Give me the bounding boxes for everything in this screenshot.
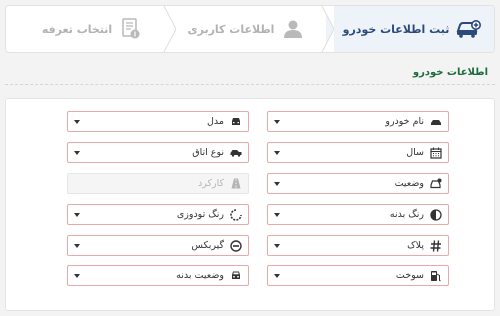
step-tariff[interactable]: انتخاب تعرفه — [18, 6, 168, 52]
chevron-down-icon — [74, 119, 80, 124]
plate-select[interactable]: پلاک — [267, 235, 449, 256]
car-icon — [430, 116, 442, 128]
step-label: اطلاعات کاربری — [187, 22, 275, 36]
fuel-label: سوخت — [395, 270, 424, 281]
hash-icon — [430, 239, 442, 252]
chevron-down-icon — [74, 150, 80, 155]
mileage-placeholder: کارکرد — [198, 178, 224, 189]
year-select[interactable]: سال — [267, 142, 449, 163]
gear-minus-icon — [230, 239, 242, 252]
car-add-icon — [455, 16, 482, 42]
car-front-icon — [230, 116, 242, 128]
room-type-label: نوع اتاق — [192, 147, 224, 158]
section-divider — [5, 84, 495, 85]
registration-stepper: ثبت اطلاعات خودرو اطلاعات کاربری انتخاب … — [5, 5, 495, 53]
road-icon — [230, 178, 242, 190]
model-select[interactable]: مدل — [67, 111, 249, 132]
gearbox-select[interactable]: گیربکس — [67, 235, 249, 256]
chevron-down-icon — [274, 243, 280, 248]
circle-notch-icon — [230, 208, 242, 221]
condition-select[interactable]: وضعیت — [267, 173, 449, 194]
user-icon — [280, 16, 306, 42]
chevron-down-icon — [274, 273, 280, 278]
year-label: سال — [406, 147, 424, 158]
mileage-input[interactable]: کارکرد — [67, 173, 249, 194]
chevron-down-icon — [74, 243, 80, 248]
gearbox-label: گیربکس — [191, 240, 224, 251]
car-info-form: نام خودرو مدل سال نوع اتاق وضعیت کارکرد … — [5, 98, 495, 311]
car-side-icon — [230, 270, 242, 282]
fuel-select[interactable]: سوخت — [267, 265, 449, 286]
plate-label: پلاک — [407, 240, 424, 251]
fuel-pump-icon — [430, 270, 442, 282]
calendar-icon — [430, 147, 442, 159]
step-label: ثبت اطلاعات خودرو — [342, 22, 450, 36]
chevron-down-icon — [74, 273, 80, 278]
interior-color-select[interactable]: رنگ تودوزی — [67, 204, 249, 225]
body-color-select[interactable]: رنگ بدنه — [267, 204, 449, 225]
car-name-select[interactable]: نام خودرو — [267, 111, 449, 132]
body-status-label: وضعیت بدنه — [176, 270, 224, 281]
car-name-label: نام خودرو — [385, 116, 424, 127]
section-title: اطلاعات خودرو — [412, 67, 488, 78]
room-type-select[interactable]: نوع اتاق — [67, 142, 249, 163]
body-color-label: رنگ بدنه — [389, 209, 424, 220]
step-car-info[interactable]: ثبت اطلاعات خودرو — [326, 6, 494, 52]
interior-color-label: رنگ تودوزی — [176, 209, 224, 220]
condition-label: وضعیت — [394, 178, 424, 189]
step-label: انتخاب تعرفه — [41, 22, 113, 36]
tariff-receipt-icon — [118, 16, 144, 42]
step-user-info[interactable]: اطلاعات کاربری — [168, 6, 326, 52]
car-body-icon — [230, 147, 242, 159]
chevron-down-icon — [274, 181, 280, 186]
chevron-down-icon — [274, 212, 280, 217]
body-status-select[interactable]: وضعیت بدنه — [67, 265, 249, 286]
chevron-down-icon — [74, 212, 80, 217]
car-status-icon — [430, 178, 442, 190]
chevron-down-icon — [274, 119, 280, 124]
half-circle-icon — [430, 208, 442, 221]
model-label: مدل — [207, 116, 224, 127]
chevron-down-icon — [274, 150, 280, 155]
